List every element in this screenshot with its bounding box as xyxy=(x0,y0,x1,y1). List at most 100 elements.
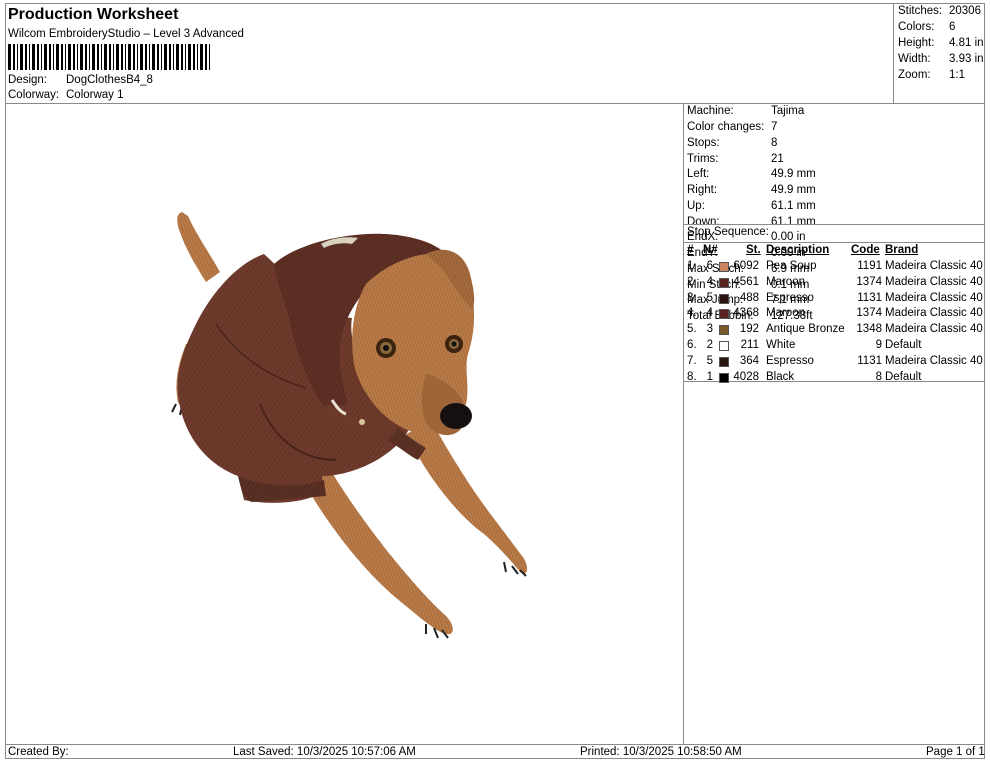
summary-value: 20306 xyxy=(949,5,981,17)
machine-row: Color changes: 7 xyxy=(687,121,977,136)
col-header-num: # xyxy=(687,244,694,256)
needle-number: 3 xyxy=(706,323,713,336)
row-number: 4. xyxy=(687,307,697,320)
machine-value: 49.9 mm xyxy=(771,184,816,196)
table-row: 5. 3 192 Antique Bronze 1348 Madeira Classic … xyxy=(684,323,984,339)
worksheet-page: Production Worksheet Wilcom EmbroiderySt… xyxy=(5,3,985,759)
summary-row: Stitches: 20306 xyxy=(898,5,984,20)
col-header-stitches: St. xyxy=(746,244,761,256)
color-description: Maroon xyxy=(766,275,805,288)
machine-label: Stops: xyxy=(687,137,720,149)
machine-label: Left: xyxy=(687,168,710,180)
summary-label: Zoom: xyxy=(898,69,931,81)
machine-value: 61.1 mm xyxy=(771,216,816,228)
machine-label: Right: xyxy=(687,184,718,196)
summary-label: Height: xyxy=(898,37,935,49)
row-number: 3. xyxy=(687,291,697,304)
dog-nose xyxy=(440,403,472,429)
colorway-row: Colorway: Colorway 1 xyxy=(8,89,308,104)
created-by: Created By: xyxy=(8,746,69,758)
summary-label: Stitches: xyxy=(898,5,943,17)
summary-value: 4.81 in xyxy=(949,37,984,49)
thread-brand: Madeira Classic 40 xyxy=(885,307,983,320)
color-code: 9 xyxy=(875,339,882,351)
color-description: Espresso xyxy=(766,291,814,304)
summary-panel: Stitches: 20306 Colors: 6 Height: 4.81 in W… xyxy=(894,4,984,104)
software-subtitle: Wilcom EmbroideryStudio – Level 3 Advanc… xyxy=(8,28,244,40)
table-row: 6. 2 211 White 9 Default xyxy=(684,339,984,355)
thread-brand: Madeira Classic 40 xyxy=(885,260,983,272)
color-description: Antique Bronze xyxy=(766,323,845,336)
color-description: Espresso xyxy=(766,354,814,367)
needle-number: 4 xyxy=(706,307,713,320)
machine-value: 8 xyxy=(771,137,778,149)
color-swatch xyxy=(719,325,729,336)
footer: Created By: Last Saved: 10/3/2025 10:57:… xyxy=(6,744,985,759)
color-swatch xyxy=(719,277,729,288)
color-swatch xyxy=(719,341,729,351)
machine-label: Color changes: xyxy=(687,121,765,133)
color-swatch xyxy=(719,309,729,320)
row-number: 5. xyxy=(687,323,697,336)
summary-value: 3.93 in xyxy=(949,53,984,65)
col-header-needle: N# xyxy=(703,244,718,256)
thread-brand: Default xyxy=(885,370,922,383)
needle-number: 5 xyxy=(706,291,713,304)
row-number: 7. xyxy=(687,354,697,367)
colorway-value: Colorway 1 xyxy=(66,89,124,101)
machine-row: Left: 49.9 mm xyxy=(687,168,977,183)
needle-number: 5 xyxy=(706,354,713,367)
thread-brand: Madeira Classic 40 xyxy=(885,323,983,336)
row-number: 2. xyxy=(687,275,697,288)
color-code: 1131 xyxy=(857,354,882,367)
color-swatch xyxy=(719,293,729,304)
col-header-code: Code xyxy=(851,244,880,256)
design-label: Design: xyxy=(8,74,47,86)
machine-value: 21 xyxy=(771,153,784,165)
row-number: 1. xyxy=(687,260,697,272)
row-number: 8. xyxy=(687,370,697,383)
design-row: Design: DogClothesB4_8 xyxy=(8,74,308,89)
machine-label: Up: xyxy=(687,200,705,212)
last-saved: Last Saved: 10/3/2025 10:57:06 AM xyxy=(233,746,416,758)
color-code: 1191 xyxy=(857,260,882,272)
summary-label: Width: xyxy=(898,53,931,65)
machine-value: Tajima xyxy=(771,105,805,117)
stop-sequence-title: Stop Sequence: xyxy=(687,226,769,238)
color-description: Pea Soup xyxy=(766,260,817,272)
summary-value: 6 xyxy=(949,21,956,33)
color-code: 1374 xyxy=(856,307,882,320)
colorway-label: Colorway: xyxy=(8,89,60,101)
color-code: 8 xyxy=(875,370,882,383)
needle-number: 1 xyxy=(706,370,713,383)
table-row: 1. 6 6092 Pea Soup 1191 Madeira Classic 40 xyxy=(684,260,984,276)
page-title: Production Worksheet xyxy=(8,6,179,23)
stitch-count: 6092 xyxy=(733,260,759,272)
row-number: 6. xyxy=(687,339,697,351)
table-row: 8. 1 4028 Black 8 Default xyxy=(684,371,984,387)
divider xyxy=(684,224,984,225)
stitch-count: 211 xyxy=(740,339,759,351)
page-number: Page 1 of 1 xyxy=(926,746,985,758)
machine-value: 61.1 mm xyxy=(771,200,816,212)
design-preview xyxy=(6,104,684,744)
machine-row: Machine: Tajima xyxy=(687,105,977,120)
header-block: Production Worksheet Wilcom EmbroiderySt… xyxy=(6,4,894,104)
color-description: White xyxy=(766,339,796,351)
table-header-row: # N# St. Description Code Brand xyxy=(684,244,984,260)
needle-number: 4 xyxy=(706,275,713,288)
thread-brand: Madeira Classic 40 xyxy=(885,354,983,367)
thread-brand: Madeira Classic 40 xyxy=(885,291,983,304)
stitch-count: 364 xyxy=(739,354,759,367)
design-value: DogClothesB4_8 xyxy=(66,74,153,86)
stitch-count: 488 xyxy=(739,291,759,304)
machine-row: Up: 61.1 mm xyxy=(687,200,977,215)
color-code: 1348 xyxy=(856,323,882,336)
barcode xyxy=(8,44,210,70)
machine-value: 49.9 mm xyxy=(771,168,816,180)
stitch-count: 4028 xyxy=(733,370,759,383)
machine-label: Machine: xyxy=(687,105,734,117)
table-row: 7. 5 364 Espresso 1131 Madeira Classic 40 xyxy=(684,355,984,371)
machine-row: Stops: 8 xyxy=(687,137,977,152)
printed-date: Printed: 10/3/2025 10:58:50 AM xyxy=(580,746,742,758)
